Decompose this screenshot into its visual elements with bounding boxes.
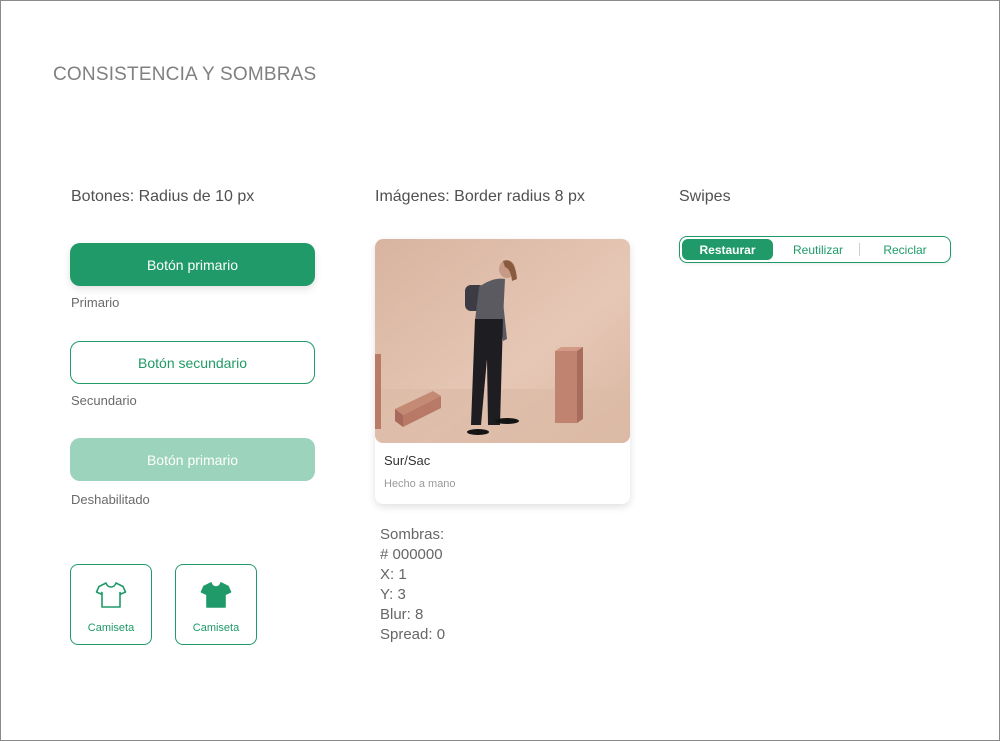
card-title: Sur/Sac [384, 453, 431, 468]
swipe-segmented-control: Restaurar Reutilizar Reciclar [679, 236, 951, 263]
product-image [375, 239, 630, 443]
shadow-spread: Spread: 0 [380, 626, 446, 643]
shadow-y: Y: 3 [380, 586, 406, 603]
shadow-x: X: 1 [380, 566, 407, 583]
shadow-heading: Sombras: [380, 526, 445, 543]
disabled-primary-button: Botón primario [70, 438, 315, 481]
secondary-caption: Secundario [71, 393, 137, 408]
card-subtitle: Hecho a mano [384, 478, 456, 490]
images-section-title: Imágenes: Border radius 8 px [375, 188, 585, 205]
tshirt-outline-icon [95, 565, 127, 614]
disabled-caption: Deshabilitado [71, 492, 150, 507]
segment-reutilizar[interactable]: Reutilizar [774, 239, 862, 260]
tile-label: Camiseta [87, 622, 135, 634]
product-card[interactable]: Sur/Sac Hecho a mano [375, 239, 630, 504]
buttons-section-title: Botones: Radius de 10 px [71, 188, 255, 205]
shadow-color: # 000000 [380, 546, 443, 563]
shadow-blur: Blur: 8 [380, 606, 424, 623]
primary-button[interactable]: Botón primario [70, 243, 315, 286]
primary-caption: Primario [71, 295, 120, 310]
segment-divider [859, 243, 860, 256]
swipes-section-title: Swipes [679, 188, 731, 205]
tshirt-outline-tile[interactable]: Camiseta [70, 564, 152, 645]
page-title: CONSISTENCIA Y SOMBRAS [53, 64, 317, 85]
shadow-specs: Sombras: # 000000 X: 1 Y: 3 Blur: 8 Spre… [380, 525, 445, 645]
tshirt-filled-icon [200, 565, 232, 614]
tshirt-filled-tile[interactable]: Camiseta [175, 564, 257, 645]
segment-restaurar[interactable]: Restaurar [682, 239, 773, 260]
secondary-button[interactable]: Botón secundario [70, 341, 315, 384]
tile-label: Camiseta [192, 622, 240, 634]
segment-reciclar[interactable]: Reciclar [862, 239, 948, 260]
